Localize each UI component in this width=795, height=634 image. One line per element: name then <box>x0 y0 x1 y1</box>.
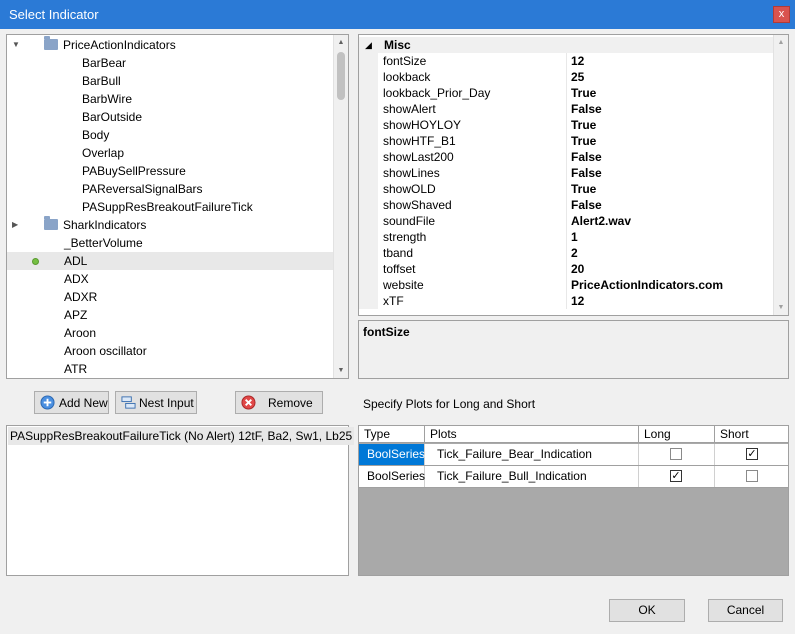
scroll-thumb[interactable] <box>337 52 345 100</box>
tree-item[interactable]: _BetterVolume <box>7 234 333 252</box>
status-dot-icon <box>32 258 39 265</box>
long-checkbox[interactable]: ✓ <box>670 470 682 482</box>
title-bar: Select Indicator x <box>0 0 795 29</box>
expanded-arrow-icon[interactable]: ▼ <box>12 36 20 54</box>
property-row[interactable]: showHOYLOY True <box>359 117 773 133</box>
table-row[interactable]: BoolSeries Tick_Failure_Bear_Indication … <box>359 444 788 466</box>
property-row[interactable]: website PriceActionIndicators.com <box>359 277 773 293</box>
property-row[interactable]: toffset 20 <box>359 261 773 277</box>
category-collapse-icon[interactable]: ◢ <box>365 37 372 53</box>
nest-input-label: Nest Input <box>139 396 194 410</box>
property-row[interactable]: lookback 25 <box>359 69 773 85</box>
cancel-button[interactable]: Cancel <box>708 599 783 622</box>
long-checkbox[interactable] <box>670 448 682 460</box>
property-row[interactable]: showLines False <box>359 165 773 181</box>
window-title: Select Indicator <box>9 7 99 22</box>
property-scrollbar[interactable]: ▲ ▼ <box>773 35 788 315</box>
tree-item[interactable]: Aroon oscillator <box>7 342 333 360</box>
tree-item-adl[interactable]: ADL <box>7 252 333 270</box>
tree-item[interactable]: ADX <box>7 270 333 288</box>
ok-button[interactable]: OK <box>609 599 685 622</box>
scroll-down-arrow-icon[interactable]: ▼ <box>774 300 788 315</box>
remove-label: Remove <box>268 396 313 410</box>
tree-item[interactable]: ADXR <box>7 288 333 306</box>
add-new-button[interactable]: Add New <box>34 391 109 414</box>
tree-item[interactable]: Body <box>7 126 333 144</box>
property-row[interactable]: xTF 12 <box>359 293 773 309</box>
tree-item[interactable]: BarBear <box>7 54 333 72</box>
tree-item[interactable]: BarOutside <box>7 108 333 126</box>
type-cell[interactable]: BoolSeries <box>359 444 425 465</box>
tree-item[interactable]: PASuppResBreakoutFailureTick <box>7 198 333 216</box>
nest-input-button[interactable]: Nest Input <box>115 391 197 414</box>
tree-folder-sharkindicators[interactable]: ▶ SharkIndicators <box>7 216 333 234</box>
column-header-long[interactable]: Long <box>639 426 715 443</box>
property-row[interactable]: showHTF_B1 True <box>359 133 773 149</box>
scroll-down-arrow-icon[interactable]: ▼ <box>334 363 348 378</box>
property-row[interactable]: soundFile Alert2.wav <box>359 213 773 229</box>
add-new-label: Add New <box>59 396 108 410</box>
property-row[interactable]: strength 1 <box>359 229 773 245</box>
indicator-tree[interactable]: ▼ PriceActionIndicators BarBear BarBull … <box>6 34 349 379</box>
remove-icon <box>241 395 256 410</box>
property-row[interactable]: tband 2 <box>359 245 773 261</box>
tree-item[interactable]: BarbWire <box>7 90 333 108</box>
folder-icon <box>44 216 58 230</box>
property-category-misc[interactable]: ◢ Misc <box>359 37 773 53</box>
nest-input-icon <box>121 396 136 409</box>
selected-indicators-list[interactable]: PASuppResBreakoutFailureTick (No Alert) … <box>6 425 355 576</box>
property-row[interactable]: showLast200 False <box>359 149 773 165</box>
scroll-up-arrow-icon[interactable]: ▲ <box>334 35 348 50</box>
plots-grid-header: Type Plots Long Short <box>359 426 788 443</box>
add-icon <box>40 395 55 410</box>
list-item[interactable]: PASuppResBreakoutFailureTick (No Alert) … <box>8 427 355 445</box>
collapsed-arrow-icon[interactable]: ▶ <box>12 216 18 234</box>
tree-folder-priceactionindicators[interactable]: ▼ PriceActionIndicators <box>7 36 333 54</box>
remove-button[interactable]: Remove <box>235 391 323 414</box>
property-row[interactable]: showShaved False <box>359 197 773 213</box>
tree-item[interactable]: PAReversalSignalBars <box>7 180 333 198</box>
property-row[interactable]: showAlert False <box>359 101 773 117</box>
tree-folder-label: PriceActionIndicators <box>63 38 176 52</box>
short-checkbox[interactable]: ✓ <box>746 448 758 460</box>
close-button[interactable]: x <box>773 6 790 23</box>
property-row[interactable]: fontSize 12 <box>359 53 773 69</box>
description-title: fontSize <box>363 325 410 339</box>
scroll-up-arrow-icon[interactable]: ▲ <box>774 35 788 50</box>
tree-item[interactable]: BarBull <box>7 72 333 90</box>
tree-item[interactable]: PABuySellPressure <box>7 162 333 180</box>
tree-item[interactable]: ATR <box>7 360 333 378</box>
plots-section-label: Specify Plots for Long and Short <box>363 397 536 411</box>
tree-item[interactable]: APZ <box>7 306 333 324</box>
tree-scrollbar[interactable]: ▲ ▼ <box>333 35 348 378</box>
property-row[interactable]: lookback_Prior_Day True <box>359 85 773 101</box>
property-row[interactable]: showOLD True <box>359 181 773 197</box>
tree-item[interactable]: Overlap <box>7 144 333 162</box>
tree-folder-label: SharkIndicators <box>63 218 147 232</box>
property-grid[interactable]: ◢ Misc fontSize 12 lookback 25 lookback_Pr… <box>358 34 789 316</box>
type-cell[interactable]: BoolSeries <box>359 466 425 487</box>
tree-item[interactable]: Aroon <box>7 324 333 342</box>
column-header-type[interactable]: Type <box>359 426 425 443</box>
plot-cell[interactable]: Tick_Failure_Bull_Indication <box>425 466 639 487</box>
plot-cell[interactable]: Tick_Failure_Bear_Indication <box>425 444 639 465</box>
table-row[interactable]: BoolSeries Tick_Failure_Bull_Indication … <box>359 466 788 488</box>
plots-grid[interactable]: Type Plots Long Short BoolSeries Tick_Fa… <box>358 425 789 576</box>
short-checkbox[interactable] <box>746 470 758 482</box>
column-header-short[interactable]: Short <box>715 426 788 443</box>
column-header-plots[interactable]: Plots <box>425 426 639 443</box>
property-description: fontSize <box>358 320 789 379</box>
folder-icon <box>44 36 58 50</box>
